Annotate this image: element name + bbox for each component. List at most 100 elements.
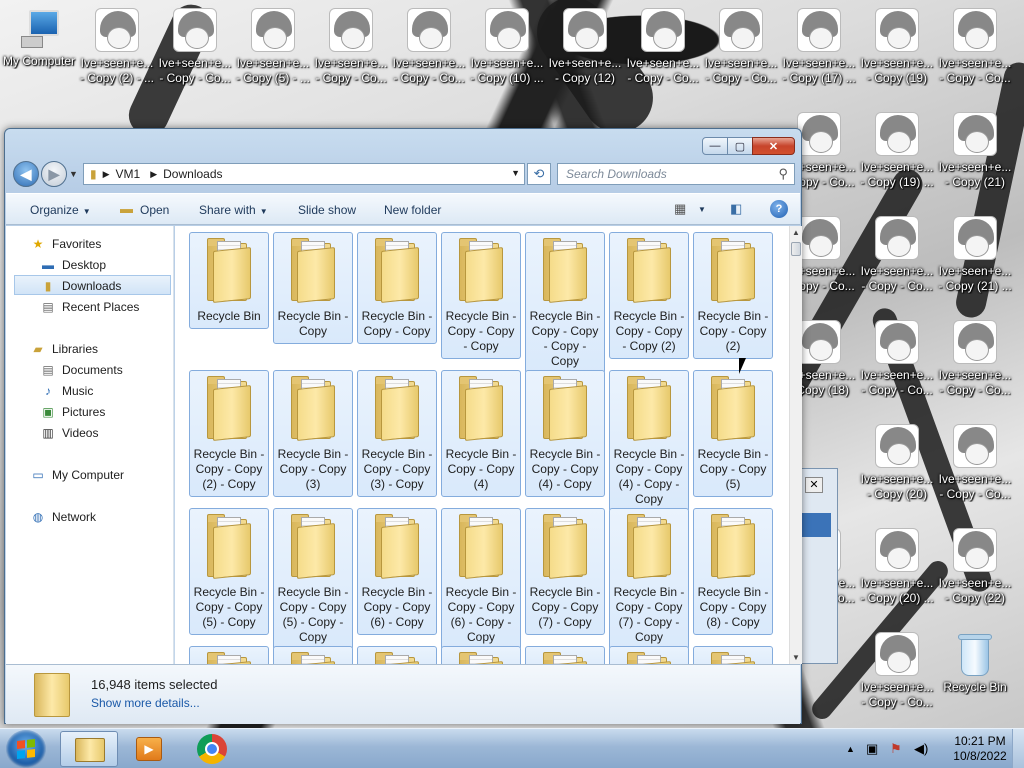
view-dropdown-icon[interactable]: ▼: [698, 205, 706, 214]
folder-item[interactable]: Recycle Bin - Copy: [273, 232, 353, 344]
folder-item[interactable]: Recycle Bin - Copy - Copy (3): [273, 370, 353, 497]
folder-item[interactable]: Recycle Bin - Copy - Copy (5) - Copy: [189, 508, 269, 635]
folder-item[interactable]: Recycle Bin - Copy - Copy - Copy - Copy: [525, 232, 605, 374]
refresh-icon[interactable]: ⟲: [527, 163, 551, 185]
back-button[interactable]: ◀: [13, 161, 39, 187]
action-center-icon[interactable]: ⚑: [890, 741, 902, 757]
folder-item[interactable]: [693, 646, 773, 664]
address-dropdown-icon[interactable]: ▼: [511, 168, 520, 178]
new-folder-button[interactable]: New folder: [384, 203, 441, 217]
desktop-icon-image-file[interactable]: Ive+seen+e...- Copy - Co...: [936, 8, 1014, 86]
nav-downloads[interactable]: ▮ Downloads: [14, 275, 171, 295]
desktop-icon-image-file[interactable]: Ive+seen+e...- Copy - Co...: [858, 632, 936, 710]
desktop-icon-image-file[interactable]: Ive+seen+e... - Copy (17) ...: [780, 8, 858, 86]
nav-favorites[interactable]: ★ Favorites: [30, 234, 171, 254]
preview-pane-icon[interactable]: ◧: [730, 201, 742, 217]
close-button[interactable]: ✕: [752, 137, 795, 155]
explorer-window[interactable]: — ▢ ✕ ◀ ▶ ▼ ▮ ▶ VM1 ▶ Downloads ▼ ⟲ Sear…: [4, 128, 802, 724]
nav-desktop[interactable]: ▬ Desktop: [40, 255, 171, 275]
show-more-details-link[interactable]: Show more details...: [91, 696, 200, 710]
desktop-icon-image-file[interactable]: Ive+seen+e...- Copy - Co...: [624, 8, 702, 86]
desktop-icon-image-file[interactable]: Ive+seen+e...- Copy - Co...: [858, 320, 936, 398]
desktop-icon-image-file[interactable]: Ive+seen+e... - Copy (19): [858, 8, 936, 86]
clock[interactable]: 10:21 PM 10/8/2022: [946, 734, 1014, 764]
minimize-button[interactable]: —: [702, 137, 728, 155]
nav-videos[interactable]: ▥ Videos: [40, 423, 171, 443]
folder-item[interactable]: Recycle Bin - Copy - Copy - Copy: [441, 232, 521, 359]
desktop-icon-image-file[interactable]: Ive+seen+e... - Copy (20): [858, 424, 936, 502]
folder-item[interactable]: Recycle Bin - Copy - Copy (2): [693, 232, 773, 359]
desktop-icon-image-file[interactable]: Ive+seen+e... - Copy (22): [936, 528, 1014, 606]
search-input[interactable]: Search Downloads ⚲: [557, 163, 795, 185]
desktop-icon-image-file[interactable]: Ive+seen+e... - Copy (19) ...: [858, 112, 936, 190]
folder-item[interactable]: [525, 646, 605, 664]
taskbar-explorer[interactable]: [60, 731, 118, 767]
background-window-close-icon[interactable]: ✕: [805, 477, 823, 493]
desktop-icon-image-file[interactable]: Ive+seen+e...- Copy - Co...: [936, 320, 1014, 398]
nav-my-computer[interactable]: ▭ My Computer: [30, 465, 171, 485]
search-icon[interactable]: ⚲: [778, 166, 788, 182]
desktop-icon-image-file[interactable]: Ive+seen+e...- Copy - Co...: [858, 216, 936, 294]
desktop-icon-image-file[interactable]: Ive+seen+e... - Copy (20) ...: [858, 528, 936, 606]
desktop-icon-image-file[interactable]: Ive+seen+e... - Copy (21) ...: [936, 216, 1014, 294]
forward-button[interactable]: ▶: [41, 161, 67, 187]
taskbar-chrome[interactable]: [182, 731, 240, 767]
scroll-up-icon[interactable]: ▲: [790, 228, 802, 237]
breadcrumb-downloads[interactable]: Downloads: [163, 167, 222, 181]
breadcrumb-separator-icon[interactable]: ▶: [103, 169, 110, 180]
desktop-icon-image-file[interactable]: Ive+seen+e... - Copy (5) - ...: [234, 8, 312, 86]
show-desktop-button[interactable]: [1012, 729, 1024, 768]
folder-item[interactable]: Recycle Bin - Copy - Copy (7) - Copy: [525, 508, 605, 635]
vertical-scrollbar[interactable]: ▲ ▼: [789, 226, 802, 664]
scroll-thumb[interactable]: [791, 242, 801, 256]
desktop-icon-image-file[interactable]: Ive+seen+e...- Copy - Co...: [936, 424, 1014, 502]
desktop-icon-image-file[interactable]: Ive+seen+e...- Copy - Co...: [702, 8, 780, 86]
folder-item[interactable]: Recycle Bin - Copy - Copy (2) - Copy: [189, 370, 269, 497]
folder-item[interactable]: Recycle Bin - Copy - Copy (3) - Copy: [357, 370, 437, 497]
desktop-icon-recycle-bin[interactable]: Recycle Bin: [936, 632, 1014, 695]
folder-item[interactable]: [441, 646, 521, 664]
desktop-icon-my-computer[interactable]: My Computer: [0, 8, 78, 69]
folder-item[interactable]: Recycle Bin - Copy - Copy (6) - Copy: [357, 508, 437, 635]
scroll-down-icon[interactable]: ▼: [790, 653, 802, 662]
folder-item[interactable]: [273, 646, 353, 664]
breadcrumb-separator-icon[interactable]: ▶: [150, 169, 157, 180]
folder-item[interactable]: Recycle Bin - Copy - Copy (5): [693, 370, 773, 497]
desktop-icon-image-file[interactable]: Ive+seen+e...- Copy - Co...: [156, 8, 234, 86]
desktop-icon-image-file[interactable]: Ive+seen+e... - Copy (10) ...: [468, 8, 546, 86]
folder-item[interactable]: Recycle Bin - Copy - Copy (4) - Copy: [525, 370, 605, 497]
slide-show-button[interactable]: Slide show: [298, 203, 356, 217]
folder-item[interactable]: Recycle Bin - Copy - Copy (4) - Copy - C…: [609, 370, 689, 512]
show-hidden-icons-icon[interactable]: ▲: [846, 744, 855, 754]
open-button[interactable]: Open: [140, 203, 169, 217]
folder-item[interactable]: Recycle Bin - Copy - Copy: [357, 232, 437, 344]
start-button[interactable]: [6, 730, 46, 768]
desktop-icon-image-file[interactable]: Ive+seen+e... - Copy (2) - ...: [78, 8, 156, 86]
folder-item[interactable]: Recycle Bin - Copy - Copy (5) - Copy - C…: [273, 508, 353, 650]
folder-item[interactable]: Recycle Bin - Copy - Copy (4): [441, 370, 521, 497]
folder-item[interactable]: Recycle Bin - Copy - Copy (7) - Copy - C…: [609, 508, 689, 650]
folder-item[interactable]: Recycle Bin - Copy - Copy (8) - Copy: [693, 508, 773, 635]
breadcrumb-vm1[interactable]: VM1: [116, 167, 141, 181]
nav-recent-places[interactable]: ▤ Recent Places: [40, 297, 171, 317]
folder-item[interactable]: [357, 646, 437, 664]
nav-pictures[interactable]: ▣ Pictures: [40, 402, 171, 422]
nav-documents[interactable]: ▤ Documents: [40, 360, 171, 380]
help-icon[interactable]: ?: [770, 200, 788, 218]
desktop-icon-image-file[interactable]: Ive+seen+e...- Copy - Co...: [390, 8, 468, 86]
taskbar-media-player[interactable]: ▶: [120, 731, 178, 767]
share-with-button[interactable]: Share with ▼: [199, 203, 268, 217]
folder-item[interactable]: Recycle Bin - Copy - Copy - Copy (2): [609, 232, 689, 359]
desktop-icon-image-file[interactable]: Ive+seen+e... - Copy (21): [936, 112, 1014, 190]
desktop-icon-image-file[interactable]: Ive+seen+e... - Copy (12): [546, 8, 624, 86]
desktop-icon-image-file[interactable]: Ive+seen+e...- Copy - Co...: [312, 8, 390, 86]
recent-pages-dropdown-icon[interactable]: ▼: [69, 169, 78, 179]
nav-libraries[interactable]: ▰ Libraries: [30, 339, 171, 359]
folder-item[interactable]: [189, 646, 269, 664]
folder-item[interactable]: [609, 646, 689, 664]
file-list[interactable]: Recycle Bin Recycle Bin - Copy Recycle Bin…: [175, 226, 789, 664]
change-view-icon[interactable]: ▦: [674, 201, 686, 217]
background-window[interactable]: ✕: [800, 468, 838, 664]
nav-music[interactable]: ♪ Music: [40, 381, 171, 401]
address-bar[interactable]: ▮ ▶ VM1 ▶ Downloads ▼: [83, 163, 525, 185]
